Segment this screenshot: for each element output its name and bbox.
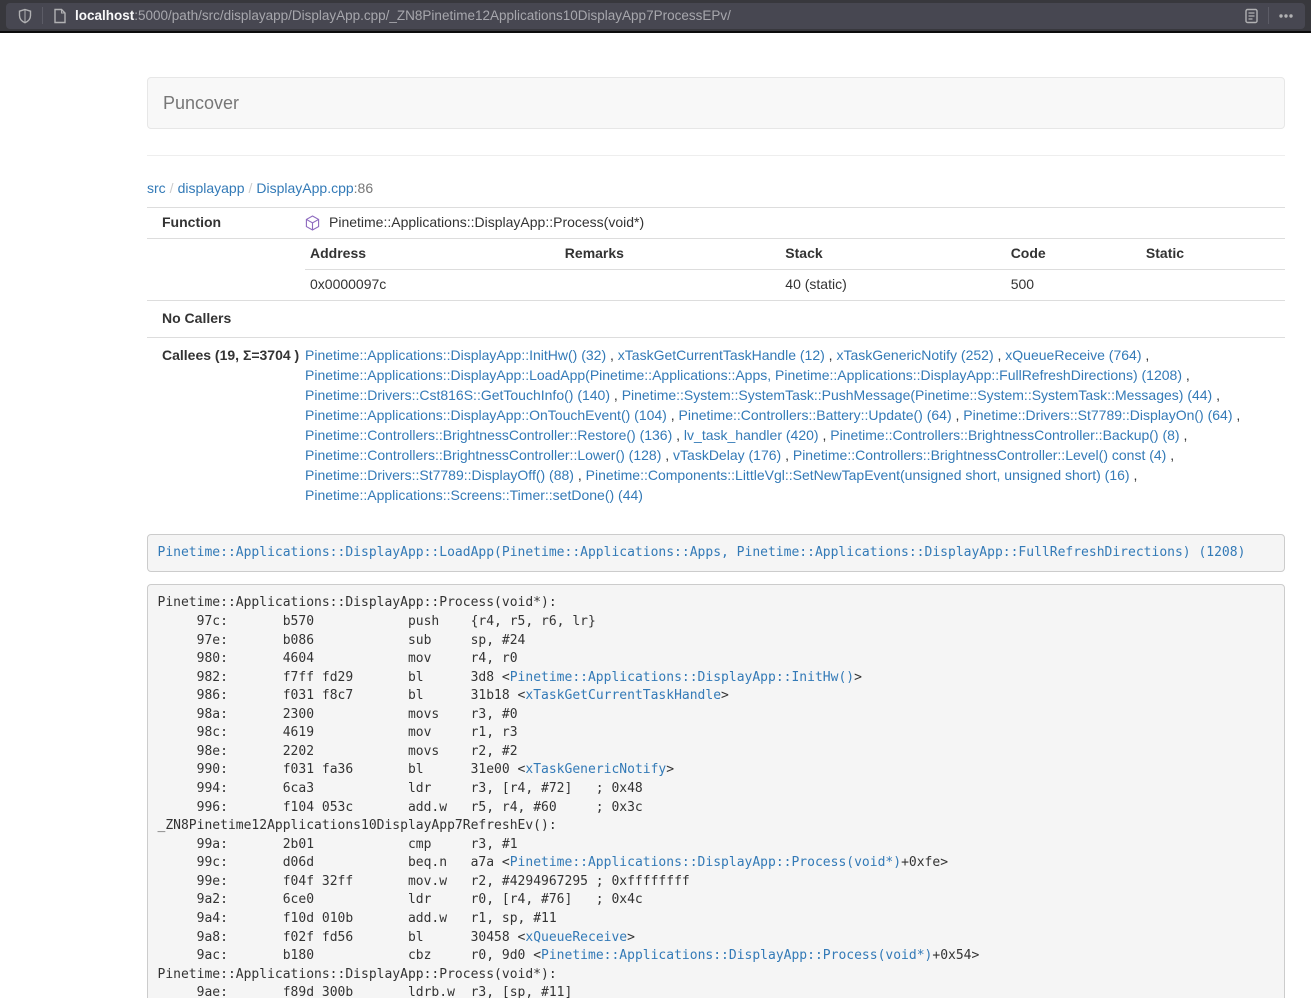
navbar: Puncover — [147, 77, 1285, 129]
asm-symbol-link[interactable]: xTaskGenericNotify — [525, 762, 666, 777]
col-remarks: Remarks — [560, 239, 781, 269]
asm-symbol-link[interactable]: Pinetime::Applications::DisplayApp::Proc… — [541, 948, 932, 963]
reader-mode-icon[interactable] — [1240, 5, 1262, 27]
callees-list: Pinetime::Applications::DisplayApp::Init… — [305, 337, 1285, 513]
static-value — [1141, 269, 1285, 299]
url-path: :5000/path/src/displayapp/DisplayApp.cpp… — [134, 8, 731, 23]
function-name: Pinetime::Applications::DisplayApp::Proc… — [329, 213, 644, 233]
url-host: localhost — [75, 8, 134, 23]
callee-link[interactable]: Pinetime::Drivers::St7789::DisplayOn() (… — [963, 407, 1232, 423]
breadcrumb: src/displayapp/DisplayApp.cpp:86 — [147, 180, 1285, 196]
page-container: Puncover src/displayapp/DisplayApp.cpp:8… — [147, 77, 1285, 998]
callee-link[interactable]: Pinetime::Controllers::BrightnessControl… — [305, 427, 672, 443]
page-info-icon[interactable] — [49, 5, 71, 27]
callees-row: Callees (19, Σ=3704 ) Pinetime::Applicat… — [147, 337, 1285, 513]
page-actions-menu-icon[interactable] — [1275, 5, 1297, 27]
metrics-table: Address Remarks Stack Code Static 0x0000… — [305, 239, 1285, 300]
purple-cube-symbol-icon — [305, 215, 320, 231]
stack-value: 40 (static) — [780, 269, 1005, 299]
table-row: 0x0000097c 40 (static) 500 — [305, 269, 1285, 299]
function-detail-table: Function Pinetime::Applications::Display… — [147, 207, 1285, 514]
callee-link[interactable]: Pinetime::Controllers::BrightnessControl… — [305, 447, 661, 463]
callee-link[interactable]: xQueueReceive (764) — [1005, 347, 1141, 363]
col-stack: Stack — [780, 239, 1005, 269]
browser-toolbar: localhost:5000/path/src/displayapp/Displ… — [0, 0, 1311, 33]
metrics-row: Address Remarks Stack Code Static 0x0000… — [147, 238, 1285, 300]
no-callers-row: No Callers — [147, 300, 1285, 337]
breadcrumb-separator: / — [166, 180, 178, 196]
callee-link[interactable]: Pinetime::Drivers::St7789::DisplayOff() … — [305, 467, 574, 483]
col-code: Code — [1006, 239, 1141, 269]
callee-link[interactable]: Pinetime::Drivers::Cst816S::GetTouchInfo… — [305, 387, 610, 403]
brand-link[interactable]: Puncover — [148, 78, 254, 128]
loadapp-link[interactable]: Pinetime::Applications::DisplayApp::Load… — [158, 545, 1246, 560]
callee-link[interactable]: xTaskGetCurrentTaskHandle (12) — [618, 347, 825, 363]
callee-link[interactable]: lv_task_handler (420) — [684, 427, 819, 443]
callee-link[interactable]: Pinetime::Applications::DisplayApp::Load… — [305, 367, 1182, 383]
callee-link[interactable]: Pinetime::Controllers::BrightnessControl… — [830, 427, 1179, 443]
callee-link[interactable]: Pinetime::System::SystemTask::PushMessag… — [622, 387, 1213, 403]
highlighted-callee-box: Pinetime::Applications::DisplayApp::Load… — [147, 534, 1285, 573]
url-text[interactable]: localhost:5000/path/src/displayapp/Displ… — [75, 8, 1240, 23]
remarks-value — [560, 269, 781, 299]
callee-link[interactable]: Pinetime::Controllers::BrightnessControl… — [793, 447, 1166, 463]
callee-link[interactable]: xTaskGenericNotify (252) — [836, 347, 993, 363]
code-value: 500 — [1006, 269, 1141, 299]
callee-link[interactable]: Pinetime::Controllers::Battery::Update()… — [679, 407, 952, 423]
breadcrumb-link-src[interactable]: src — [147, 180, 166, 196]
callee-link[interactable]: Pinetime::Components::LittleVgl::SetNewT… — [586, 467, 1130, 483]
asm-symbol-link[interactable]: Pinetime::Applications::DisplayApp::Proc… — [510, 855, 901, 870]
toolbar-separator — [1268, 7, 1269, 24]
asm-symbol-link[interactable]: xQueueReceive — [525, 930, 627, 945]
breadcrumb-link-file[interactable]: DisplayApp.cpp — [256, 180, 353, 196]
no-callers-label: No Callers — [147, 300, 305, 337]
callee-link[interactable]: Pinetime::Applications::DisplayApp::Init… — [305, 347, 606, 363]
function-label: Function — [147, 208, 305, 239]
callee-link[interactable]: vTaskDelay (176) — [673, 447, 781, 463]
breadcrumb-line-number: :86 — [354, 180, 373, 196]
col-static: Static — [1141, 239, 1285, 269]
callee-link[interactable]: Pinetime::Applications::Screens::Timer::… — [305, 487, 643, 503]
url-bar[interactable]: localhost:5000/path/src/displayapp/Displ… — [6, 3, 1305, 29]
function-row: Function Pinetime::Applications::Display… — [147, 208, 1285, 239]
asm-symbol-link[interactable]: xTaskGetCurrentTaskHandle — [525, 688, 721, 703]
breadcrumb-separator: / — [245, 180, 257, 196]
asm-symbol-link[interactable]: Pinetime::Applications::DisplayApp::Init… — [510, 670, 854, 685]
col-address: Address — [305, 239, 560, 269]
tracking-protection-shield-icon[interactable] — [14, 5, 36, 27]
divider — [147, 155, 1285, 156]
callee-link[interactable]: Pinetime::Applications::DisplayApp::OnTo… — [305, 407, 667, 423]
breadcrumb-link-displayapp[interactable]: displayapp — [178, 180, 245, 196]
assembly-code: Pinetime::Applications::DisplayApp::Proc… — [147, 584, 1285, 998]
callees-label: Callees (19, Σ=3704 ) — [147, 337, 305, 513]
address-value: 0x0000097c — [305, 269, 560, 299]
toolbar-separator — [42, 7, 43, 24]
